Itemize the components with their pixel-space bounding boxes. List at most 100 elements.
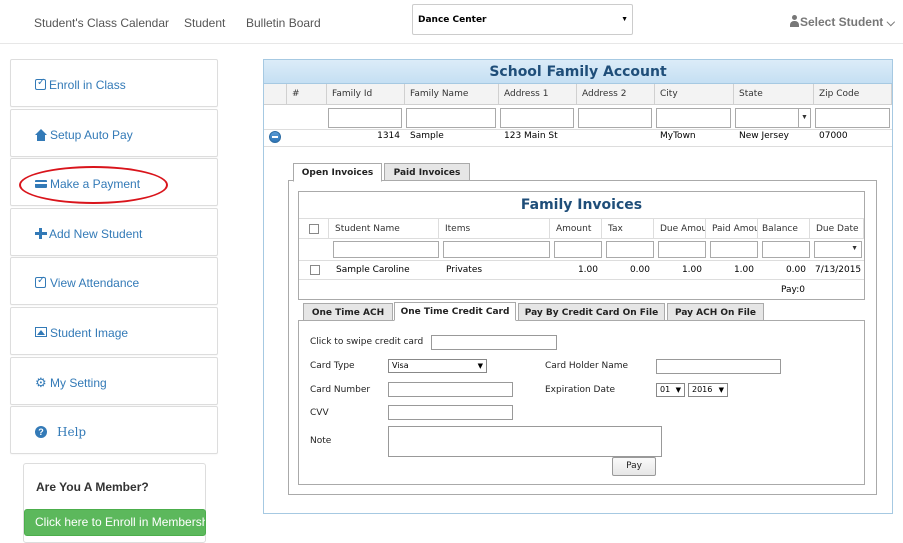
column-header-state[interactable]: State <box>734 84 814 105</box>
expiration-month-select[interactable]: 01 ▼ <box>656 383 685 397</box>
tab-one-time-credit-card[interactable]: One Time Credit Card <box>394 302 516 321</box>
card-number-input[interactable] <box>388 382 513 397</box>
collapse-row-icon[interactable] <box>269 131 281 143</box>
nav-link-bulletin-board[interactable]: Bulletin Board <box>246 16 321 30</box>
column-header-items[interactable]: Items <box>439 218 550 239</box>
column-header-zip[interactable]: Zip Code <box>814 84 892 105</box>
sidebar-item-label: Setup Auto Pay <box>50 127 133 142</box>
sidebar-item-student-image[interactable]: Student Image <box>10 306 218 355</box>
sidebar-item-label: Help <box>57 425 87 440</box>
filter-due-date-select[interactable]: ▼ <box>814 241 862 258</box>
column-header-due-date[interactable]: Due Date <box>810 218 864 239</box>
cell-items: Privates <box>446 265 483 275</box>
note-label: Note <box>310 436 332 446</box>
column-header-paid-amount[interactable]: Paid Amou <box>706 218 758 239</box>
column-header-amount[interactable]: Amount <box>550 218 602 239</box>
column-header-address2[interactable]: Address 2 <box>577 84 655 105</box>
column-header-balance[interactable]: Balance <box>758 218 810 239</box>
invoice-row-checkbox[interactable] <box>310 265 320 275</box>
cvv-input[interactable] <box>388 405 513 420</box>
filter-due-amount[interactable] <box>658 241 706 258</box>
membership-title: Are You A Member? <box>36 480 149 494</box>
sidebar-item-view-attendance[interactable]: View Attendance <box>10 257 218 306</box>
select-student-menu[interactable]: Select Student ⌵ <box>789 15 895 30</box>
family-invoices-panel: Family Invoices Student Name Items Amoun… <box>298 191 865 300</box>
card-type-select[interactable]: Visa ▼ <box>388 359 487 373</box>
divider <box>264 146 892 147</box>
pay-button[interactable]: Pay <box>612 457 656 476</box>
swipe-card-input[interactable] <box>431 335 557 350</box>
column-header-student-name[interactable]: Student Name <box>329 218 439 239</box>
column-header-family-id[interactable]: Family Id <box>327 84 405 105</box>
note-textarea[interactable] <box>388 426 662 457</box>
filter-zip[interactable] <box>815 108 890 128</box>
gear-icon: ⚙ <box>35 374 47 390</box>
cell-zip: 07000 <box>819 131 848 141</box>
cell-due-date: 7/13/2015 <box>815 265 862 275</box>
dropdown-arrow-icon: ▼ <box>718 386 724 394</box>
filter-tax[interactable] <box>606 241 654 258</box>
nav-link-class-calendar[interactable]: Student's Class Calendar <box>34 16 169 30</box>
tab-one-time-ach[interactable]: One Time ACH <box>303 303 393 321</box>
filter-items[interactable] <box>443 241 550 258</box>
card-holder-input[interactable] <box>656 359 781 374</box>
sidebar-item-my-setting[interactable]: ⚙ My Setting <box>10 356 218 405</box>
filter-amount[interactable] <box>554 241 602 258</box>
sidebar-item-label: Make a Payment <box>50 177 141 192</box>
chevron-down-icon: ⌵ <box>886 17 895 29</box>
cell-paid-amount: 1.00 <box>733 265 754 275</box>
check-square-icon <box>35 275 46 289</box>
school-select-value: Dance Center <box>418 15 487 25</box>
nav-link-student[interactable]: Student <box>184 16 225 30</box>
tab-pay-by-credit-card-on-file[interactable]: Pay By Credit Card On File <box>518 303 665 321</box>
filter-city[interactable] <box>656 108 731 128</box>
sidebar-item-add-new-student[interactable]: Add New Student <box>10 207 218 256</box>
column-header-due-amount[interactable]: Due Amou <box>654 218 706 239</box>
tab-open-invoices[interactable]: Open Invoices <box>293 163 382 182</box>
dropdown-arrow-icon: ▼ <box>477 362 483 370</box>
school-select[interactable]: Dance Center ▼ <box>412 4 633 35</box>
enroll-membership-button[interactable]: Click here to Enroll in Membership <box>24 509 206 536</box>
filter-family-name[interactable] <box>406 108 496 128</box>
dropdown-arrow-icon: ▼ <box>675 386 681 394</box>
filter-state-select[interactable]: ▼ <box>735 108 811 128</box>
filter-student-name[interactable] <box>333 241 439 258</box>
column-header-tax[interactable]: Tax <box>602 218 654 239</box>
expiration-month-value: 01 <box>660 385 671 394</box>
column-header-family-name[interactable]: Family Name <box>405 84 499 105</box>
tab-paid-invoices[interactable]: Paid Invoices <box>384 163 470 181</box>
filter-balance[interactable] <box>762 241 810 258</box>
sidebar-item-make-a-payment[interactable]: Make a Payment <box>10 158 218 207</box>
divider <box>299 279 864 280</box>
tab-pay-ach-on-file[interactable]: Pay ACH On File <box>667 303 764 321</box>
sidebar-item-enroll-in-class[interactable]: Enroll in Class <box>10 59 218 107</box>
sidebar: Enroll in Class Setup Auto Pay Make a Pa… <box>10 59 218 456</box>
column-header-city[interactable]: City <box>655 84 734 105</box>
expiration-year-select[interactable]: 2016 ▼ <box>688 383 728 397</box>
column-header-number[interactable]: # <box>287 84 327 105</box>
sidebar-item-setup-auto-pay[interactable]: Setup Auto Pay <box>10 108 218 157</box>
divider <box>264 129 892 130</box>
cell-family-id: 1314 <box>377 131 400 141</box>
dropdown-arrow-icon: ▼ <box>798 109 810 127</box>
sidebar-item-help[interactable]: ? Help <box>10 406 218 455</box>
cell-due-amount: 1.00 <box>681 265 702 275</box>
column-header-address1[interactable]: Address 1 <box>499 84 577 105</box>
divider <box>299 260 864 261</box>
dropdown-arrow-icon: ▼ <box>621 16 628 23</box>
filter-paid-amount[interactable] <box>710 241 758 258</box>
column-header-blank <box>264 84 287 105</box>
filter-family-id[interactable] <box>328 108 402 128</box>
column-header-select <box>299 218 329 239</box>
cell-student-name: Sample Caroline <box>336 265 410 275</box>
credit-card-icon <box>35 180 47 189</box>
cvv-label: CVV <box>310 408 329 418</box>
panel-title: School Family Account <box>264 60 892 84</box>
filter-address2[interactable] <box>578 108 652 128</box>
filter-address1[interactable] <box>500 108 574 128</box>
select-all-checkbox[interactable] <box>309 224 319 234</box>
sidebar-item-label: View Attendance <box>50 276 140 291</box>
cell-balance: 0.00 <box>785 265 806 275</box>
user-icon <box>789 15 800 27</box>
select-student-label: Select Student <box>799 15 884 29</box>
